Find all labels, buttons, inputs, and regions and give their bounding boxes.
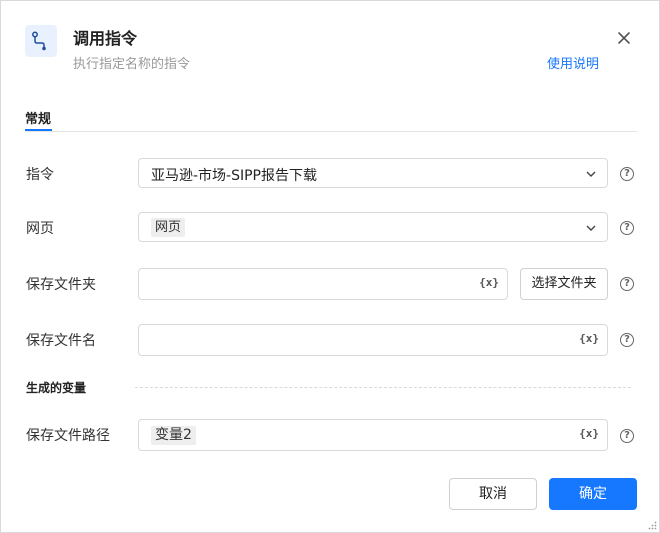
cancel-button[interactable]: 取消 — [449, 478, 537, 510]
variable-insert-icon[interactable]: {x} — [579, 332, 599, 345]
save-path-variable-input[interactable]: 变量2 {x} — [138, 419, 608, 451]
choose-folder-button[interactable]: 选择文件夹 — [520, 268, 608, 300]
save-folder-label: 保存文件夹 — [26, 277, 96, 293]
save-path-variable-tag: 变量2 — [151, 426, 196, 445]
variable-insert-icon[interactable]: {x} — [579, 427, 599, 440]
webpage-tag: 网页 — [151, 218, 186, 237]
confirm-button[interactable]: 确定 — [549, 478, 637, 510]
dialog-subtitle: 执行指定名称的指令 — [73, 57, 191, 72]
command-select-value: 亚马逊-市场-SIPP报告下载 — [151, 168, 318, 184]
webpage-select[interactable]: 网页 — [138, 212, 608, 242]
save-path-help-icon[interactable]: ? — [620, 429, 634, 443]
tab-general[interactable]: 常规 — [25, 108, 51, 127]
command-label: 指令 — [26, 167, 54, 183]
tab-divider — [25, 131, 637, 132]
resize-grip-icon[interactable] — [647, 520, 657, 530]
variable-insert-icon[interactable]: {x} — [479, 276, 499, 289]
save-filename-label: 保存文件名 — [26, 333, 96, 349]
save-path-label: 保存文件路径 — [26, 428, 110, 444]
flow-route-icon — [25, 25, 57, 57]
invoke-command-dialog: 调用指令 执行指定名称的指令 使用说明 常规 指令 亚马逊-市场-SIPP报告下… — [0, 0, 660, 533]
dialog-title: 调用指令 — [73, 29, 138, 48]
save-folder-help-icon[interactable]: ? — [620, 277, 634, 291]
close-icon[interactable] — [615, 29, 633, 47]
save-folder-input[interactable]: {x} — [138, 268, 508, 300]
chevron-down-icon — [586, 225, 596, 231]
command-select[interactable]: 亚马逊-市场-SIPP报告下载 — [138, 158, 608, 188]
save-filename-help-icon[interactable]: ? — [620, 333, 634, 347]
section-divider — [135, 387, 631, 388]
chevron-down-icon — [586, 171, 596, 177]
webpage-label: 网页 — [26, 221, 54, 237]
command-help-icon[interactable]: ? — [620, 167, 634, 181]
save-filename-input[interactable]: {x} — [138, 324, 608, 356]
generated-variables-heading: 生成的变量 — [26, 381, 87, 395]
webpage-help-icon[interactable]: ? — [620, 221, 634, 235]
usage-help-link[interactable]: 使用说明 — [547, 53, 599, 72]
